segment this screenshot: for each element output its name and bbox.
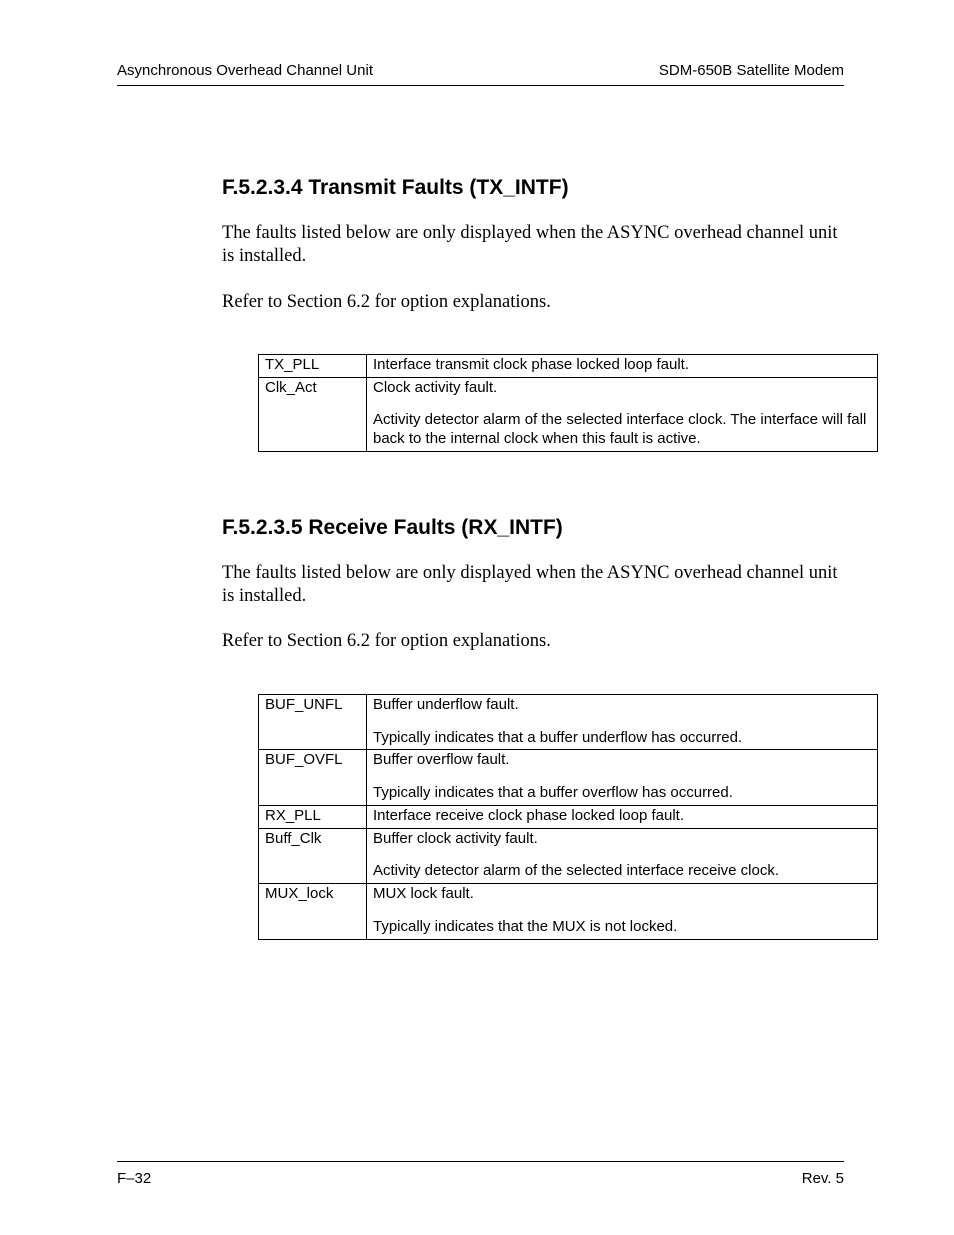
running-footer: F–32 Rev. 5 xyxy=(117,1161,844,1187)
fault-key: Buff_Clk xyxy=(259,828,367,884)
table-row: TX_PLL Interface transmit clock phase lo… xyxy=(259,354,878,377)
fault-key: Clk_Act xyxy=(259,377,367,451)
para-tx-2: Refer to Section 6.2 for option explanat… xyxy=(222,291,844,314)
fault-key: MUX_lock xyxy=(259,884,367,940)
fault-desc-main: Buffer overflow fault. xyxy=(373,751,871,770)
fault-key: BUF_UNFL xyxy=(259,694,367,750)
running-header: Asynchronous Overhead Channel Unit SDM-6… xyxy=(117,62,844,79)
fault-desc: Buffer underflow fault. Typically indica… xyxy=(367,694,878,750)
section-heading-rx: F.5.2.3.5 Receive Faults (RX_INTF) xyxy=(222,516,844,540)
fault-desc-main: Clock activity fault. xyxy=(373,379,871,398)
para-tx-1: The faults listed below are only display… xyxy=(222,222,844,269)
fault-desc-extra: Typically indicates that a buffer underf… xyxy=(373,729,742,746)
fault-desc: Buffer clock activity fault. Activity de… xyxy=(367,828,878,884)
fault-desc-main: Interface receive clock phase locked loo… xyxy=(373,807,871,826)
page-number: F–32 xyxy=(117,1170,151,1187)
fault-desc: Clock activity fault. Activity detector … xyxy=(367,377,878,451)
footer-rule xyxy=(117,1161,844,1162)
header-left: Asynchronous Overhead Channel Unit xyxy=(117,62,373,79)
fault-desc: MUX lock fault. Typically indicates that… xyxy=(367,884,878,940)
fault-key: TX_PLL xyxy=(259,354,367,377)
table-row: RX_PLL Interface receive clock phase loc… xyxy=(259,805,878,828)
fault-desc-main: Buffer clock activity fault. xyxy=(373,830,871,849)
fault-key: BUF_OVFL xyxy=(259,750,367,806)
table-row: Clk_Act Clock activity fault. Activity d… xyxy=(259,377,878,451)
fault-desc-main: Buffer underflow fault. xyxy=(373,696,871,715)
page-content: F.5.2.3.4 Transmit Faults (TX_INTF) The … xyxy=(117,176,844,940)
fault-desc: Interface transmit clock phase locked lo… xyxy=(367,354,878,377)
header-rule xyxy=(117,85,844,86)
fault-desc-extra: Typically indicates that a buffer overfl… xyxy=(373,784,733,801)
table-row: BUF_UNFL Buffer underflow fault. Typical… xyxy=(259,694,878,750)
para-rx-1: The faults listed below are only display… xyxy=(222,562,844,609)
table-row: MUX_lock MUX lock fault. Typically indic… xyxy=(259,884,878,940)
fault-desc: Interface receive clock phase locked loo… xyxy=(367,805,878,828)
revision-label: Rev. 5 xyxy=(802,1170,844,1187)
table-rx-faults: BUF_UNFL Buffer underflow fault. Typical… xyxy=(258,694,878,940)
fault-desc: Buffer overflow fault. Typically indicat… xyxy=(367,750,878,806)
fault-desc-extra: Activity detector alarm of the selected … xyxy=(373,411,866,447)
table-row: Buff_Clk Buffer clock activity fault. Ac… xyxy=(259,828,878,884)
fault-desc-main: Interface transmit clock phase locked lo… xyxy=(373,356,871,375)
table-tx-faults: TX_PLL Interface transmit clock phase lo… xyxy=(258,354,878,452)
header-right: SDM-650B Satellite Modem xyxy=(659,62,844,79)
section-heading-tx: F.5.2.3.4 Transmit Faults (TX_INTF) xyxy=(222,176,844,200)
fault-desc-extra: Typically indicates that the MUX is not … xyxy=(373,918,677,935)
table-row: BUF_OVFL Buffer overflow fault. Typicall… xyxy=(259,750,878,806)
fault-desc-extra: Activity detector alarm of the selected … xyxy=(373,862,779,879)
fault-desc-main: MUX lock fault. xyxy=(373,885,871,904)
fault-key: RX_PLL xyxy=(259,805,367,828)
para-rx-2: Refer to Section 6.2 for option explanat… xyxy=(222,630,844,653)
